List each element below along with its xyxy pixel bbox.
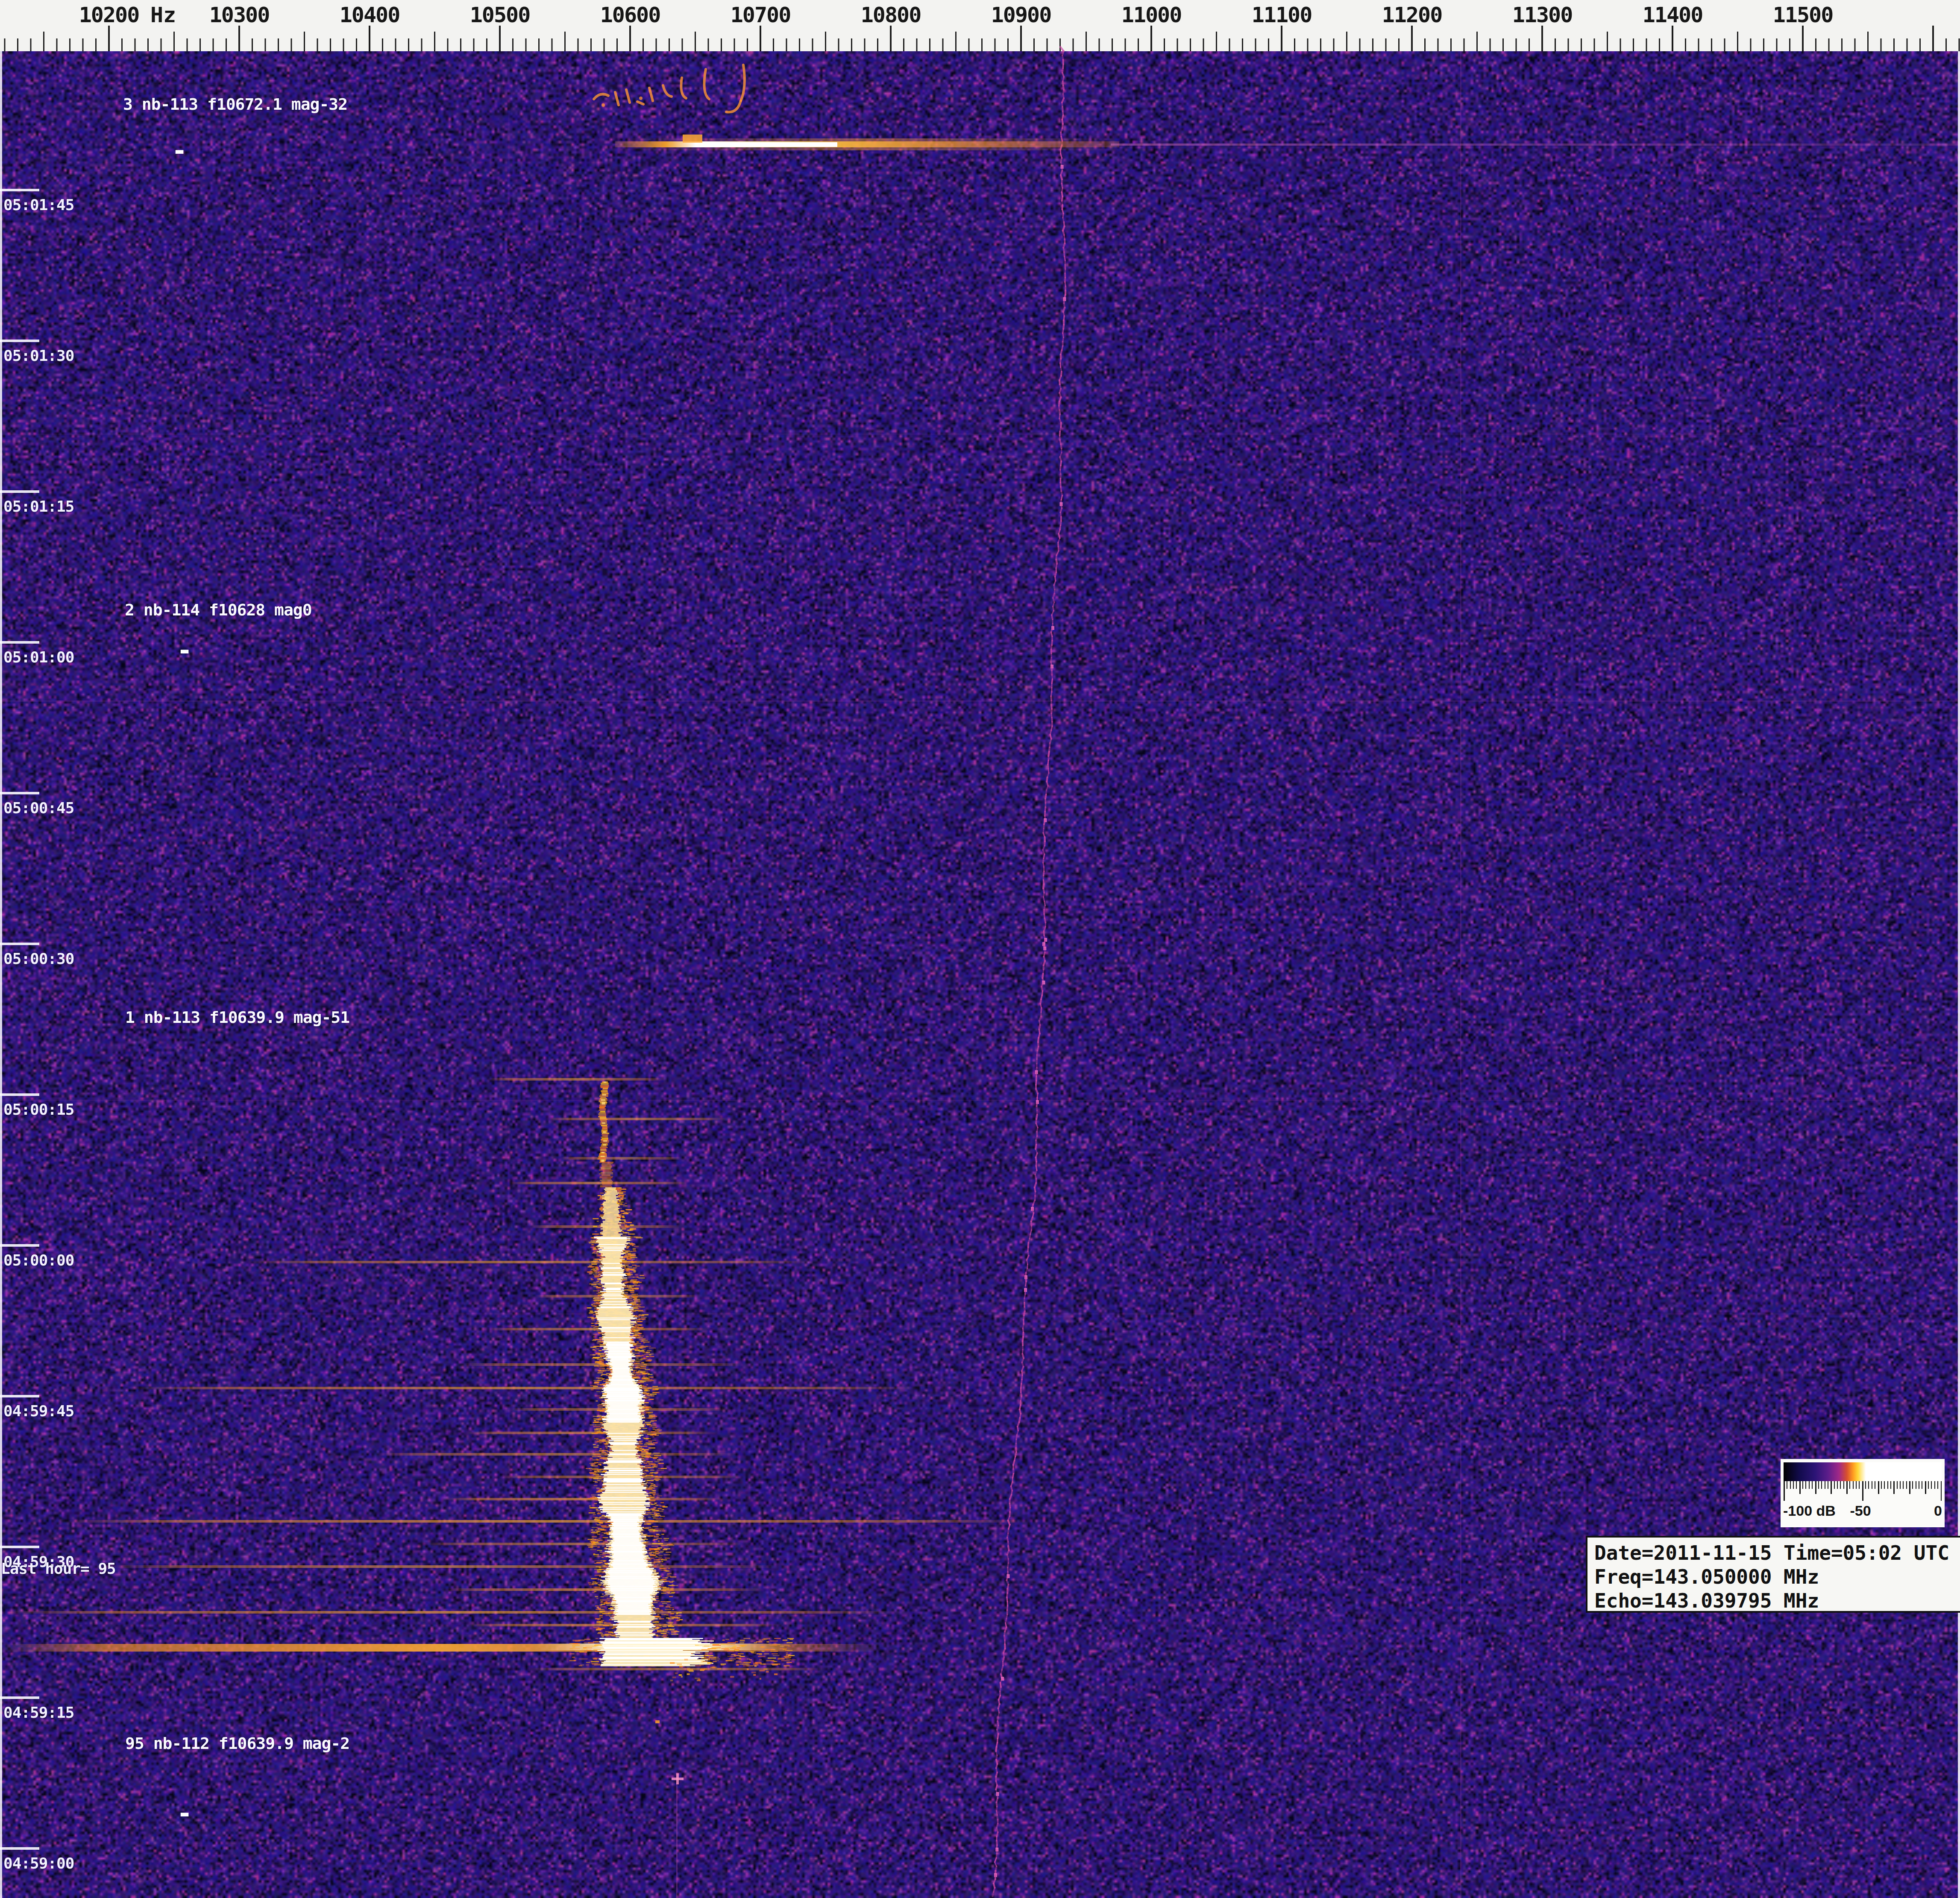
freq-tick-label: 11300 [1512, 3, 1573, 27]
last-hour-counter: Last hour= 95 [1, 1560, 116, 1577]
detection-marker: - [177, 1800, 192, 1826]
time-tick-label: 05:00:00 [3, 1251, 74, 1269]
freq-tick-label: 10900 [991, 3, 1051, 27]
freq-tick-label: 10600 [600, 3, 660, 27]
time-tick-label: 05:00:15 [3, 1101, 74, 1118]
time-tick-label: 04:59:00 [3, 1854, 74, 1872]
colorbar-label-max: 0 [1934, 1503, 1942, 1519]
time-tick-label: 04:59:15 [3, 1704, 74, 1721]
colorbar-legend: -100 dB -50 0 [1781, 1459, 1945, 1527]
info-frequency: Freq=143.050000 MHz [1594, 1565, 1960, 1589]
freq-tick-label: 11500 [1773, 3, 1833, 27]
colorbar-ticks [1784, 1481, 1942, 1502]
detection-marker: - [172, 138, 187, 163]
colorbar-label-mid: -50 [1850, 1503, 1871, 1519]
freq-tick-label: 11400 [1643, 3, 1703, 27]
freq-tick-label: 10800 [861, 3, 921, 27]
detection-marker: - [177, 637, 192, 663]
freq-tick-label: 10700 [731, 3, 791, 27]
colorbar-labels: -100 dB -50 0 [1781, 1502, 1945, 1520]
detection-label: 3 nb-113 f10672.1 mag-32 [123, 95, 347, 114]
time-tick-label: 04:59:45 [3, 1402, 74, 1420]
freq-tick-label: 11100 [1252, 3, 1312, 27]
detection-label: 2 nb-114 f10628 mag0 [125, 600, 312, 619]
freq-tick-label: 10500 [470, 3, 530, 27]
freq-tick-label: 10400 [340, 3, 400, 27]
detection-label: 1 nb-113 f10639.9 mag-51 [125, 1008, 349, 1027]
colorbar-label-min: -100 dB [1783, 1503, 1836, 1519]
freq-tick-label: 10200 [79, 3, 139, 27]
time-tick-label: 05:00:45 [3, 799, 74, 817]
colorbar-gradient [1784, 1462, 1942, 1481]
freq-tick-label: 11000 [1121, 3, 1182, 27]
info-echo-frequency: Echo=143.039795 MHz [1594, 1589, 1960, 1613]
time-tick-label: 05:01:15 [3, 498, 74, 515]
spectrogram-canvas [0, 0, 1960, 1898]
time-tick-label: 05:00:30 [3, 950, 74, 967]
freq-tick-label: 10300 [209, 3, 270, 27]
detection-label: 95 nb-112 f10639.9 mag-2 [125, 1734, 349, 1753]
freq-unit-label: Hz [150, 3, 176, 27]
status-info-box: Date=2011-11-15 Time=05:02 UTC Freq=143.… [1586, 1536, 1960, 1613]
time-tick-label: 05:01:30 [3, 347, 74, 364]
freq-tick-label: 11200 [1382, 3, 1442, 27]
time-tick-label: 05:01:00 [3, 648, 74, 666]
info-date-time: Date=2011-11-15 Time=05:02 UTC [1594, 1541, 1960, 1565]
spectrogram-screen: 10200 10300 10400 10500 10600 10700 10800 10900… [0, 0, 1960, 1898]
time-tick-label: 05:01:45 [3, 196, 74, 214]
